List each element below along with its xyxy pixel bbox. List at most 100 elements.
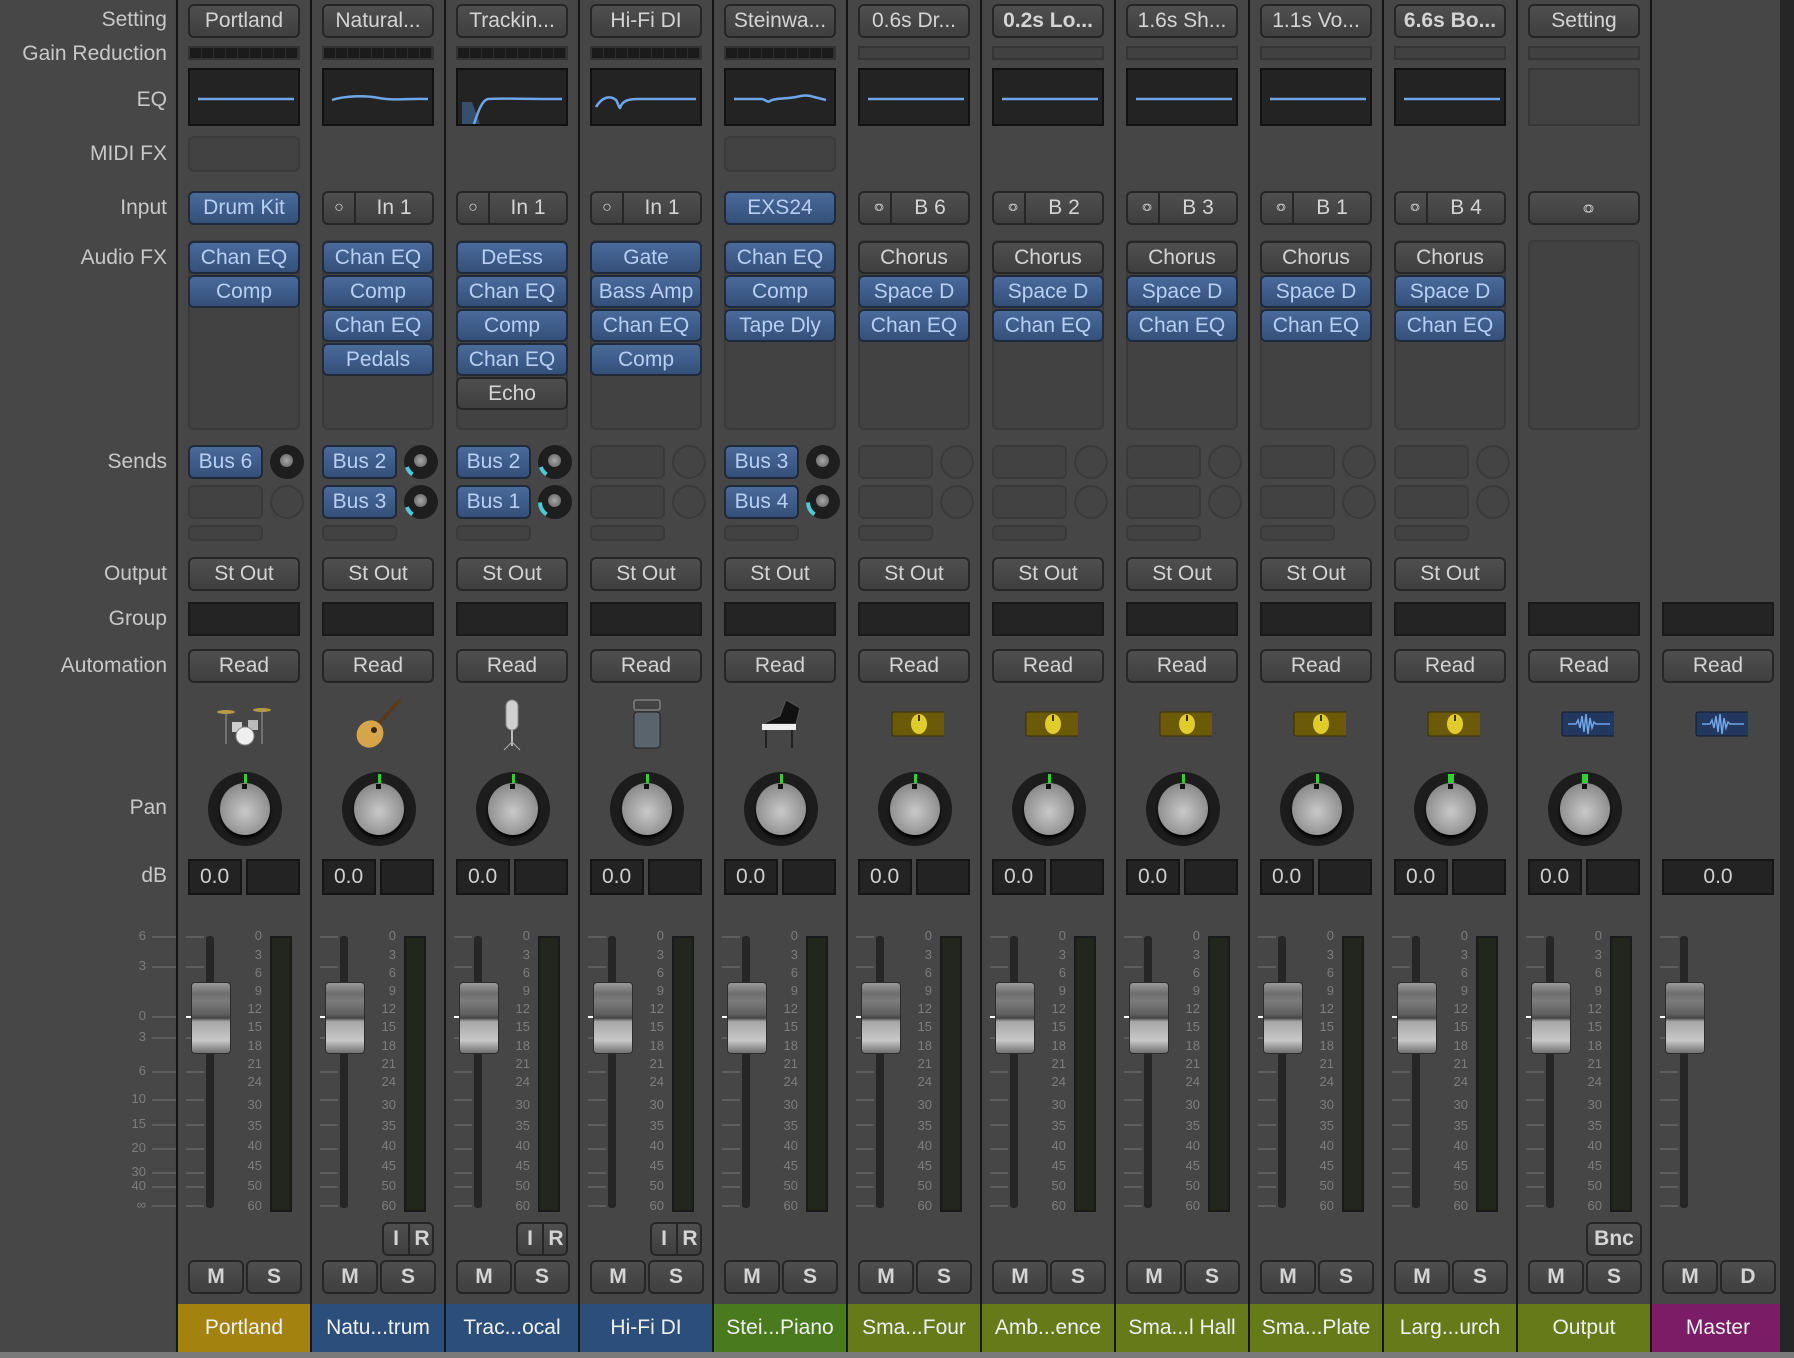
send-add-slot[interactable]: [456, 525, 531, 541]
send-slot-empty[interactable]: [590, 445, 665, 479]
input-format-icon[interactable]: ○: [592, 193, 624, 223]
audio-fx-slot[interactable]: Gate: [590, 241, 702, 274]
track-name[interactable]: Amb...ence: [982, 1304, 1114, 1352]
setting-button[interactable]: 0.2s Lo...: [992, 4, 1104, 38]
solo-button[interactable]: S: [1050, 1260, 1106, 1294]
send-slot-empty[interactable]: [992, 445, 1067, 479]
send-level-knob[interactable]: [404, 485, 438, 519]
automation-mode-button[interactable]: Read: [858, 649, 970, 683]
record-enable-button[interactable]: R: [410, 1224, 432, 1254]
automation-mode-button[interactable]: Read: [992, 649, 1104, 683]
input-format-icon[interactable]: ○○: [1262, 193, 1294, 223]
audio-fx-slot[interactable]: Comp: [322, 275, 434, 308]
setting-button[interactable]: Trackin...: [456, 4, 568, 38]
volume-fader-handle[interactable]: [1665, 982, 1705, 1054]
peak-readout[interactable]: [1184, 859, 1238, 895]
automation-mode-button[interactable]: Read: [1528, 649, 1640, 683]
track-name[interactable]: Larg...urch: [1384, 1304, 1516, 1352]
send-level-knob[interactable]: [538, 445, 572, 479]
output-button[interactable]: St Out: [456, 557, 568, 591]
send-level-knob[interactable]: [806, 445, 840, 479]
input-button[interactable]: ○○ B 3: [1126, 191, 1238, 225]
track-name[interactable]: Sma...Plate: [1250, 1304, 1382, 1352]
peak-readout[interactable]: [514, 859, 568, 895]
audio-fx-slot[interactable]: Chan EQ: [1394, 309, 1506, 342]
send-slot[interactable]: Bus 1: [456, 485, 531, 519]
mute-button[interactable]: M: [322, 1260, 378, 1294]
volume-fader-track[interactable]: [1278, 936, 1286, 1208]
solo-button[interactable]: S: [782, 1260, 838, 1294]
solo-button[interactable]: S: [648, 1260, 704, 1294]
eq-thumbnail[interactable]: [1394, 68, 1506, 126]
peak-readout[interactable]: [782, 859, 836, 895]
track-name[interactable]: Trac...ocal: [446, 1304, 578, 1352]
output-button[interactable]: St Out: [590, 557, 702, 591]
input-button[interactable]: ○○ B 6: [858, 191, 970, 225]
setting-button[interactable]: Portland: [188, 4, 300, 38]
audio-fx-slot[interactable]: Chorus: [1394, 241, 1506, 274]
audio-fx-slot[interactable]: Comp: [724, 275, 836, 308]
input-button[interactable]: Drum Kit: [188, 191, 300, 225]
volume-readout[interactable]: 0.0: [724, 859, 778, 895]
mute-button[interactable]: M: [188, 1260, 244, 1294]
setting-button[interactable]: 6.6s Bo...: [1394, 4, 1506, 38]
automation-mode-button[interactable]: Read: [322, 649, 434, 683]
peak-readout[interactable]: [916, 859, 970, 895]
aux-knob-icon[interactable]: [1420, 694, 1483, 754]
track-name[interactable]: Output: [1518, 1304, 1650, 1352]
eq-thumbnail[interactable]: [1528, 68, 1640, 126]
send-add-slot[interactable]: [188, 525, 263, 541]
audio-fx-slot[interactable]: Chan EQ: [322, 241, 434, 274]
volume-fader-handle[interactable]: [1531, 982, 1571, 1054]
volume-fader-handle[interactable]: [995, 982, 1035, 1054]
volume-fader-track[interactable]: [1680, 936, 1688, 1208]
audio-fx-slot[interactable]: Tape Dly: [724, 309, 836, 342]
audio-fx-slot[interactable]: Comp: [590, 343, 702, 376]
volume-readout[interactable]: 0.0: [1528, 859, 1582, 895]
volume-readout[interactable]: 0.0: [322, 859, 376, 895]
setting-button[interactable]: 0.6s Dr...: [858, 4, 970, 38]
pan-knob[interactable]: [744, 772, 818, 846]
pan-knob[interactable]: [610, 772, 684, 846]
input-format-button[interactable]: ○○: [1528, 191, 1640, 225]
send-add-slot[interactable]: [1260, 525, 1335, 541]
track-name[interactable]: Sma...l Hall: [1116, 1304, 1248, 1352]
audio-fx-slot[interactable]: Comp: [188, 275, 300, 308]
input-button[interactable]: ○ In 1: [456, 191, 568, 225]
send-slot-empty[interactable]: [1394, 485, 1469, 519]
mute-button[interactable]: M: [1394, 1260, 1450, 1294]
solo-button[interactable]: S: [1452, 1260, 1508, 1294]
mute-button[interactable]: M: [1260, 1260, 1316, 1294]
audio-fx-slot[interactable]: Chan EQ: [724, 241, 836, 274]
drum-kit-icon[interactable]: [214, 694, 274, 754]
setting-button[interactable]: Setting: [1528, 4, 1640, 38]
group-slot[interactable]: [188, 602, 300, 636]
setting-button[interactable]: Steinwa...: [724, 4, 836, 38]
eq-thumbnail[interactable]: [724, 68, 836, 126]
input-format-icon[interactable]: ○○: [860, 193, 892, 223]
volume-fader-track[interactable]: [474, 936, 482, 1208]
input-button[interactable]: ○ In 1: [322, 191, 434, 225]
output-button[interactable]: St Out: [1394, 557, 1506, 591]
setting-button[interactable]: Natural...: [322, 4, 434, 38]
volume-readout[interactable]: 0.0: [992, 859, 1046, 895]
input-button[interactable]: ○○ B 1: [1260, 191, 1372, 225]
volume-fader-handle[interactable]: [1397, 982, 1437, 1054]
solo-button[interactable]: S: [246, 1260, 302, 1294]
group-slot[interactable]: [590, 602, 702, 636]
eq-thumbnail[interactable]: [992, 68, 1104, 126]
audio-fx-slot[interactable]: Chan EQ: [1126, 309, 1238, 342]
volume-fader-track[interactable]: [1412, 936, 1420, 1208]
automation-mode-button[interactable]: Read: [1662, 649, 1774, 683]
solo-button[interactable]: S: [916, 1260, 972, 1294]
send-add-slot[interactable]: [590, 525, 665, 541]
send-slot[interactable]: Bus 2: [322, 445, 397, 479]
automation-mode-button[interactable]: Read: [188, 649, 300, 683]
group-slot[interactable]: [1260, 602, 1372, 636]
setting-button[interactable]: 1.6s Sh...: [1126, 4, 1238, 38]
send-add-slot[interactable]: [1394, 525, 1469, 541]
track-name[interactable]: Master: [1652, 1304, 1784, 1352]
aux-knob-icon[interactable]: [884, 694, 947, 754]
output-button[interactable]: St Out: [1260, 557, 1372, 591]
volume-readout[interactable]: 0.0: [1260, 859, 1314, 895]
